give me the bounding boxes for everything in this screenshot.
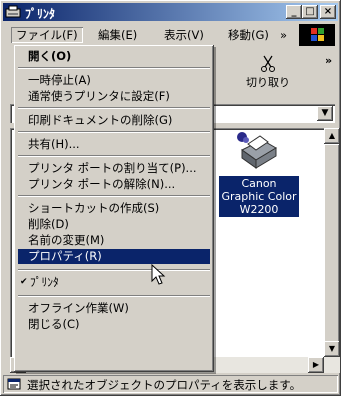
status-bar: 選択されたオブジェクトのプロパティを表示します。 xyxy=(3,374,338,393)
menu-item-end-capture[interactable]: プリンタ ポートの解除(N)... xyxy=(18,177,210,192)
close-button[interactable]: × xyxy=(320,5,336,19)
menu-item-work-offline[interactable]: オフライン作業(W) xyxy=(18,301,210,316)
menu-item-rename[interactable]: 名前の変更(M) xyxy=(18,233,210,248)
menu-item-set-default[interactable]: 通常使うプリンタに設定(F) xyxy=(18,89,210,104)
menu-item-sharing[interactable]: 共有(H)... xyxy=(18,137,210,152)
scissors-icon xyxy=(261,55,275,72)
menu-item-capture-port[interactable]: プリンタ ポートの割り当て(P)... xyxy=(18,161,210,176)
file-menu: 開く(O) 一時停止(A) 通常使うプリンタに設定(F) 印刷ドキュメントの削除… xyxy=(14,45,214,372)
windows-logo-icon xyxy=(299,24,335,46)
menu-item-close[interactable]: 閉じる(C) xyxy=(18,317,210,332)
vertical-scroll-thumb[interactable] xyxy=(324,144,340,344)
properties-icon xyxy=(7,378,21,390)
check-icon: ✔ xyxy=(20,277,28,287)
status-text: 選択されたオブジェクトのプロパティを表示します。 xyxy=(27,378,302,392)
menu-item-pause[interactable]: 一時停止(A) xyxy=(18,73,210,88)
scroll-up-arrow-icon[interactable]: ▲ xyxy=(324,128,340,144)
mouse-pointer-icon xyxy=(151,264,166,285)
scroll-down-arrow-icon[interactable]: ▼ xyxy=(324,341,340,357)
minimize-button[interactable]: _ xyxy=(286,5,302,19)
menu-separator xyxy=(18,155,210,157)
menu-overflow-chevron[interactable]: » xyxy=(275,27,292,43)
menu-separator xyxy=(18,107,210,109)
menu-separator xyxy=(18,295,210,297)
menu-separator xyxy=(18,67,210,69)
cut-label: 切り取り xyxy=(246,76,290,89)
menu-edit[interactable]: 編集(E) xyxy=(93,27,142,43)
menu-separator xyxy=(18,131,210,133)
menu-item-open[interactable]: 開く(O) xyxy=(18,49,210,64)
menu-item-purge-documents[interactable]: 印刷ドキュメントの削除(G) xyxy=(18,113,210,128)
status-panel: 選択されたオブジェクトのプロパティを表示します。 xyxy=(3,375,338,393)
cut-button[interactable]: 切り取り xyxy=(243,52,293,90)
printer-icon[interactable] xyxy=(232,128,280,172)
menu-item-delete[interactable]: 削除(D) xyxy=(18,217,210,232)
vertical-scrollbar[interactable]: ▲ ▼ xyxy=(324,128,340,373)
menu-separator xyxy=(18,269,210,271)
menu-go[interactable]: 移動(G) xyxy=(223,27,274,43)
toolbar-overflow-chevron[interactable]: » xyxy=(325,54,332,67)
window-title: ﾌﾟﾘﾝﾀ xyxy=(25,7,56,21)
address-dropdown-arrow-icon[interactable]: ▼ xyxy=(317,106,333,121)
scroll-right-arrow-icon[interactable]: ▶ xyxy=(308,357,324,373)
menu-item-create-shortcut[interactable]: ショートカットの作成(S) xyxy=(18,201,210,216)
menu-item-printers-label: ﾌﾟﾘﾝﾀ xyxy=(30,275,59,289)
menu-view[interactable]: 表示(V) xyxy=(159,27,209,43)
menu-separator xyxy=(18,195,210,197)
menu-file[interactable]: ファイル(F) xyxy=(11,27,83,43)
maximize-button[interactable]: □ xyxy=(302,5,318,19)
menu-item-properties[interactable]: プロパティ(R) xyxy=(18,249,210,264)
title-bar[interactable]: ﾌﾟﾘﾝﾀ _ □ × xyxy=(3,3,338,21)
printer-label[interactable]: Canon Graphic Color W2200 xyxy=(219,176,299,217)
menu-item-printers[interactable]: ✔ ﾌﾟﾘﾝﾀ xyxy=(18,275,210,290)
printers-folder-icon xyxy=(5,5,21,18)
